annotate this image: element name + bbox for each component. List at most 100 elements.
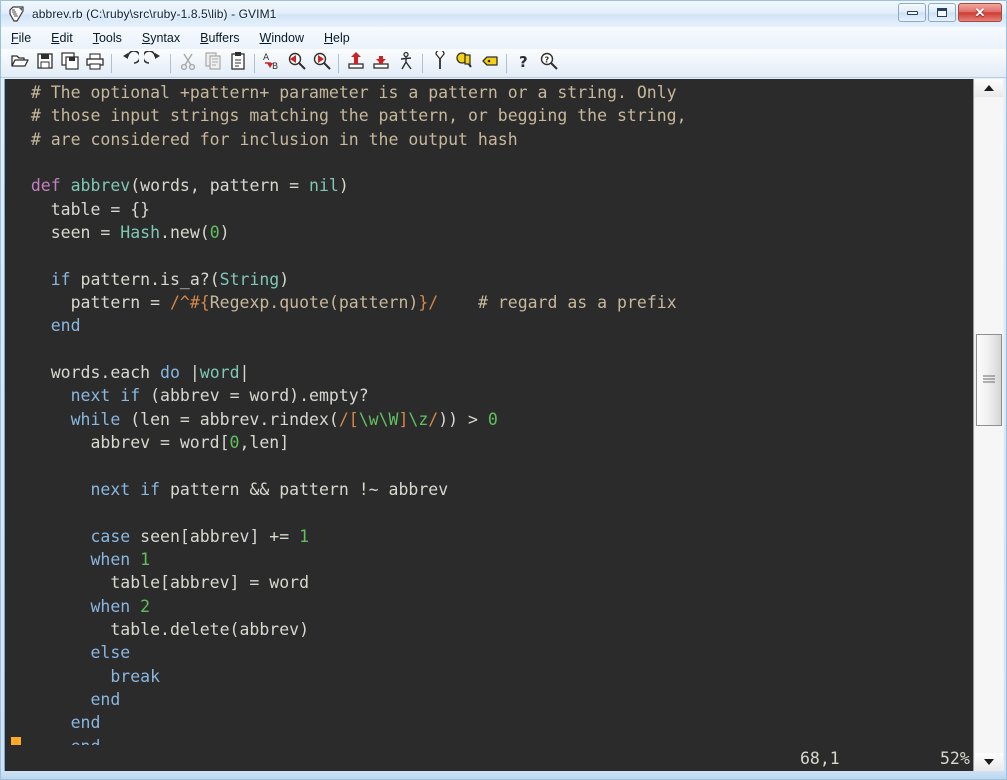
load-session-icon [346, 51, 366, 76]
code-token: case [90, 526, 131, 546]
help-button[interactable]: ? [511, 51, 536, 76]
code-token: word [199, 363, 240, 383]
scroll-up-arrow[interactable] [975, 79, 1003, 97]
file-percentage: 52% [940, 748, 970, 768]
scrollbar-track-upper[interactable] [975, 97, 1003, 334]
code-token: seen = [11, 223, 121, 243]
open-file-icon [10, 51, 30, 76]
window-title: abbrev.rb (C:\ruby\src\ruby-1.8.5\lib) -… [32, 7, 277, 21]
find-next-button[interactable] [284, 51, 309, 76]
toolbar-separator [170, 53, 171, 73]
menu-item-help[interactable]: Help [315, 29, 359, 47]
minimize-icon [906, 10, 918, 15]
code-token: 1 [299, 526, 310, 546]
save-session-button[interactable] [368, 51, 393, 76]
code-token: end [71, 737, 101, 745]
run-script-button[interactable] [393, 51, 418, 76]
scroll-thumb[interactable] [976, 334, 1002, 426]
code-line: table[abbrev] = word [5, 571, 973, 594]
menu-item-window[interactable]: Window [251, 29, 313, 47]
text-cursor [11, 736, 21, 745]
code-token: (abbrev = word).empty? [140, 386, 369, 406]
print-button[interactable] [82, 51, 107, 76]
vertical-scrollbar[interactable] [973, 79, 1004, 771]
cursor-position: 68,1 [800, 748, 840, 768]
code-token: ,len] [239, 433, 290, 453]
code-token: }/ [418, 293, 439, 313]
find-help-button[interactable]: ? [536, 51, 561, 76]
maximize-icon [937, 8, 947, 17]
code-line: else [5, 641, 973, 664]
title-bar[interactable]: abbrev.rb (C:\ruby\src\ruby-1.8.5\lib) -… [1, 1, 1006, 27]
code-token: abbrev [70, 176, 131, 196]
open-file-button[interactable] [7, 51, 32, 76]
toolbar-separator [422, 53, 423, 73]
code-token: \z [408, 409, 429, 429]
code-line: case seen[abbrev] += 1 [5, 525, 973, 548]
jump-to-tag-button[interactable] [477, 51, 502, 76]
minimize-button[interactable] [898, 3, 926, 22]
menu-bar: File Edit Tools Syntax Buffers Window Help [1, 27, 1006, 50]
help-icon: ? [514, 51, 534, 76]
code-line: pattern = /^#{Regexp.quote(pattern)}/ # … [5, 291, 973, 314]
svg-text:A: A [263, 53, 270, 63]
find-previous-icon [312, 51, 332, 76]
save-all-button[interactable] [57, 51, 82, 76]
code-line: table.delete(abbrev) [5, 618, 973, 641]
code-token: next [90, 479, 131, 499]
code-token: if [120, 386, 141, 406]
code-token: table[abbrev] = word [11, 573, 310, 593]
cut-button [175, 51, 200, 76]
close-button[interactable]: ✕ [958, 3, 1002, 22]
save-file-button[interactable] [32, 51, 57, 76]
maximize-button[interactable] [928, 3, 956, 22]
code-area[interactable]: # The optional +pattern+ parameter is a … [5, 79, 973, 745]
code-line: next if (abbrev = word).empty? [5, 384, 973, 407]
code-token: break [110, 666, 161, 686]
find-replace-button[interactable]: AB [259, 51, 284, 76]
toolbar: A B?? [1, 48, 1006, 78]
save-session-icon [371, 51, 391, 76]
load-session-button[interactable] [343, 51, 368, 76]
find-previous-button[interactable] [309, 51, 334, 76]
code-token: ] [398, 409, 409, 429]
find-help-icon: ? [539, 51, 559, 76]
redo-button[interactable] [141, 49, 166, 76]
build-tags-button[interactable] [452, 51, 477, 76]
code-token: end [90, 689, 121, 709]
menu-item-syntax[interactable]: Syntax [133, 29, 189, 47]
menu-item-edit[interactable]: Edit [42, 29, 82, 47]
code-token: | [239, 363, 250, 383]
scrollbar-track-lower[interactable] [975, 426, 1003, 753]
code-token: ) [338, 176, 349, 196]
save-all-icon [60, 51, 80, 76]
code-token: )) > [438, 409, 488, 429]
run-script-icon [396, 51, 416, 76]
triangle-down-icon [984, 759, 994, 765]
make-button[interactable] [427, 48, 452, 76]
build-tags-icon [455, 51, 475, 76]
code-line: seen = Hash.new(0) [5, 221, 973, 244]
undo-button[interactable] [116, 49, 141, 76]
menu-item-file[interactable]: File [2, 29, 40, 47]
scroll-down-arrow[interactable] [975, 753, 1003, 771]
save-file-icon [35, 51, 55, 76]
code-line: abbrev = word[0,len] [5, 431, 973, 454]
code-token: String [219, 269, 280, 289]
menu-item-buffers[interactable]: Buffers [191, 29, 248, 47]
code-token: | [179, 363, 200, 383]
code-token: # The optional +pattern+ parameter is a … [30, 83, 677, 102]
paste-button[interactable] [225, 51, 250, 76]
menu-item-tools[interactable]: Tools [84, 29, 131, 47]
svg-text:?: ? [544, 55, 549, 64]
